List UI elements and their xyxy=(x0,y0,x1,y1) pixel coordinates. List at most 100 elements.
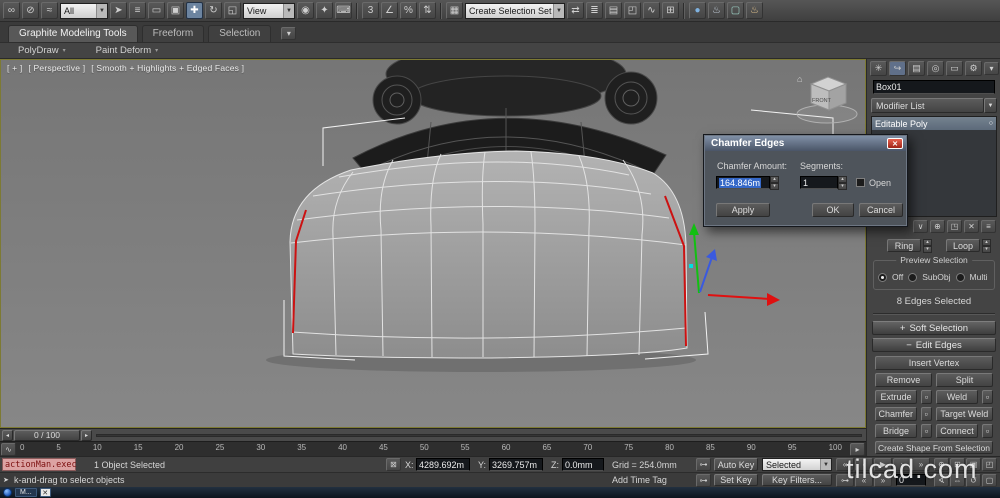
chamfer-amount-field[interactable]: 164.846m xyxy=(716,176,770,189)
track-bar-end-icon[interactable]: ▸ xyxy=(850,443,865,456)
track-bar[interactable]: ∿ 0 5 10 15 20 25 30 35 40 45 50 55 60 65 70 75 80 85 90 95… xyxy=(0,441,866,456)
bridge-settings-button[interactable]: ▫ xyxy=(921,424,932,438)
key-filters-button[interactable]: Key Filters... xyxy=(762,474,832,486)
next-key-button[interactable]: » xyxy=(874,474,892,487)
chamfer-amount-spinner[interactable]: ▴ ▾ xyxy=(770,176,779,190)
edit-named-sets-icon[interactable]: ▦ xyxy=(446,2,463,19)
named-selection-set-combo[interactable]: Create Selection Set ▼ xyxy=(465,2,565,19)
ring-button[interactable]: Ring xyxy=(887,239,921,252)
y-coordinate-field[interactable]: 3269.757m xyxy=(489,458,543,471)
preview-off-radio[interactable] xyxy=(878,272,887,282)
render-production-icon[interactable]: ♨ xyxy=(746,2,763,19)
rendered-frame-icon[interactable]: ▢ xyxy=(727,2,744,19)
extrude-button[interactable]: Extrude xyxy=(875,390,917,404)
taskbar-app-button[interactable]: M... xyxy=(15,488,37,497)
tab-graphite-modeling-tools[interactable]: Graphite Modeling Tools xyxy=(8,25,138,42)
create-shape-button[interactable]: Create Shape From Selection xyxy=(875,441,993,454)
previous-frame-button[interactable]: ‹ xyxy=(855,458,873,471)
mirror-icon[interactable]: ⇄ xyxy=(567,2,584,19)
remove-modifier-icon[interactable]: ✕ xyxy=(964,220,979,233)
go-to-end-button[interactable]: » xyxy=(912,458,930,471)
modifier-visibility-icon[interactable]: ○ xyxy=(989,120,993,127)
z-coordinate-field[interactable]: 0.0mm xyxy=(562,458,604,471)
utilities-tab-icon[interactable]: ⚙ xyxy=(965,61,982,76)
dialog-title-bar[interactable]: Chamfer Edges ✕ xyxy=(705,136,906,151)
bridge-button[interactable]: Bridge xyxy=(875,424,917,438)
next-frame-button[interactable]: › xyxy=(893,458,911,471)
transform-gizmo[interactable] xyxy=(689,223,780,306)
chamfer-box-mesh[interactable] xyxy=(289,150,688,359)
display-tab-icon[interactable]: ▭ xyxy=(946,61,963,76)
weld-button[interactable]: Weld xyxy=(936,390,978,404)
time-slider-right-icon[interactable]: ▸ xyxy=(81,429,92,441)
reference-coordinate-combo[interactable]: View ▼ xyxy=(243,2,295,19)
close-icon[interactable]: ✕ xyxy=(887,138,903,149)
zoom-extents-icon[interactable]: ▣ xyxy=(966,458,981,471)
set-key-button[interactable]: Set Key xyxy=(714,474,758,486)
chamfer-settings-button[interactable]: ▫ xyxy=(920,407,932,421)
select-by-name-icon[interactable]: ≡ xyxy=(129,2,146,19)
cancel-button[interactable]: Cancel xyxy=(859,203,903,217)
time-slider-handle[interactable]: 0 / 100 xyxy=(14,429,80,441)
polydraw-panel-button[interactable]: PolyDraw ▾ xyxy=(18,45,66,56)
select-and-link-icon[interactable]: ∞ xyxy=(3,2,20,19)
unlink-selection-icon[interactable]: ⊘ xyxy=(22,2,39,19)
set-key-mode-icon[interactable]: ⊶ xyxy=(696,458,711,471)
open-checkbox[interactable] xyxy=(856,178,865,187)
viewcube[interactable]: ⌂ FRONT xyxy=(796,74,858,124)
maximize-viewport-icon[interactable]: ▢ xyxy=(982,474,997,487)
angle-snap-icon[interactable]: ∠ xyxy=(381,2,398,19)
viewport-shading-menu[interactable]: [ Smooth + Highlights + Edged Faces ] xyxy=(91,63,244,73)
panel-menu-icon[interactable]: ▾ xyxy=(984,62,999,75)
taskbar-close-icon[interactable]: ✕ xyxy=(39,488,51,497)
x-coordinate-field[interactable]: 4289.692m xyxy=(416,458,470,471)
curve-editor-icon[interactable]: ∿ xyxy=(643,2,660,19)
select-and-move-icon[interactable]: ✚ xyxy=(186,2,203,19)
selection-lock-icon[interactable]: ⊠ xyxy=(386,458,401,471)
make-unique-icon[interactable]: ◳ xyxy=(947,220,962,233)
segments-spinner[interactable]: ▴ ▾ xyxy=(838,176,847,190)
insert-vertex-button[interactable]: Insert Vertex xyxy=(875,356,993,370)
previous-key-button[interactable]: « xyxy=(855,474,873,487)
viewcube-home-icon[interactable]: ⌂ xyxy=(797,74,802,84)
pan-icon[interactable]: ⇔ xyxy=(950,474,965,487)
spinner-snap-icon[interactable]: ⇅ xyxy=(419,2,436,19)
align-icon[interactable]: ≣ xyxy=(586,2,603,19)
extrude-settings-button[interactable]: ▫ xyxy=(921,390,932,404)
ok-button[interactable]: OK xyxy=(812,203,854,217)
snaps-toggle-icon[interactable]: 3 xyxy=(362,2,379,19)
zoom-region-icon[interactable]: ◰ xyxy=(982,458,997,471)
weld-settings-button[interactable]: ▫ xyxy=(982,390,993,404)
time-slider-left-icon[interactable]: ◂ xyxy=(2,429,13,441)
material-editor-icon[interactable]: ● xyxy=(689,2,706,19)
loop-spinner[interactable]: ▴ ▾ xyxy=(982,239,991,253)
orbit-icon[interactable]: ↺ xyxy=(966,474,981,487)
motion-tab-icon[interactable]: ◎ xyxy=(927,61,944,76)
render-setup-icon[interactable]: ♨ xyxy=(708,2,725,19)
tab-selection[interactable]: Selection xyxy=(208,25,272,42)
percent-snap-icon[interactable]: % xyxy=(400,2,417,19)
field-of-view-icon[interactable]: ∢ xyxy=(934,474,949,487)
selection-region-icon[interactable]: ▭ xyxy=(148,2,165,19)
viewport-general-menu[interactable]: [ + ] xyxy=(7,63,22,73)
go-to-start-button[interactable]: « xyxy=(836,458,854,471)
graphite-ribbon-toggle-icon[interactable]: ◰ xyxy=(624,2,641,19)
target-weld-button[interactable]: Target Weld xyxy=(935,407,993,421)
zoom-all-icon[interactable]: ⊞ xyxy=(950,458,965,471)
configure-modifier-sets-icon[interactable]: ≡ xyxy=(981,220,996,233)
add-time-tag[interactable]: Add Time Tag xyxy=(612,475,667,485)
connect-settings-button[interactable]: ▫ xyxy=(982,424,993,438)
tab-freeform[interactable]: Freeform xyxy=(141,25,205,42)
object-name-field[interactable]: Box01 xyxy=(873,80,995,94)
create-tab-icon[interactable]: ✳ xyxy=(870,61,887,76)
set-key-icon[interactable]: ⊶ xyxy=(696,474,711,487)
ribbon-minimize-icon[interactable]: ▾ xyxy=(281,27,297,40)
preview-multi-radio[interactable] xyxy=(955,272,965,282)
window-crossing-icon[interactable]: ▣ xyxy=(167,2,184,19)
mini-curve-editor-icon[interactable]: ∿ xyxy=(1,443,16,456)
layer-manager-icon[interactable]: ▤ xyxy=(605,2,622,19)
selection-filter-combo[interactable]: All ▼ xyxy=(60,2,108,19)
key-filter-scope-combo[interactable]: Selected ▼ xyxy=(762,458,832,471)
bind-to-space-warp-icon[interactable]: ≈ xyxy=(41,2,58,19)
chevron-down-icon[interactable]: ▼ xyxy=(984,98,997,113)
